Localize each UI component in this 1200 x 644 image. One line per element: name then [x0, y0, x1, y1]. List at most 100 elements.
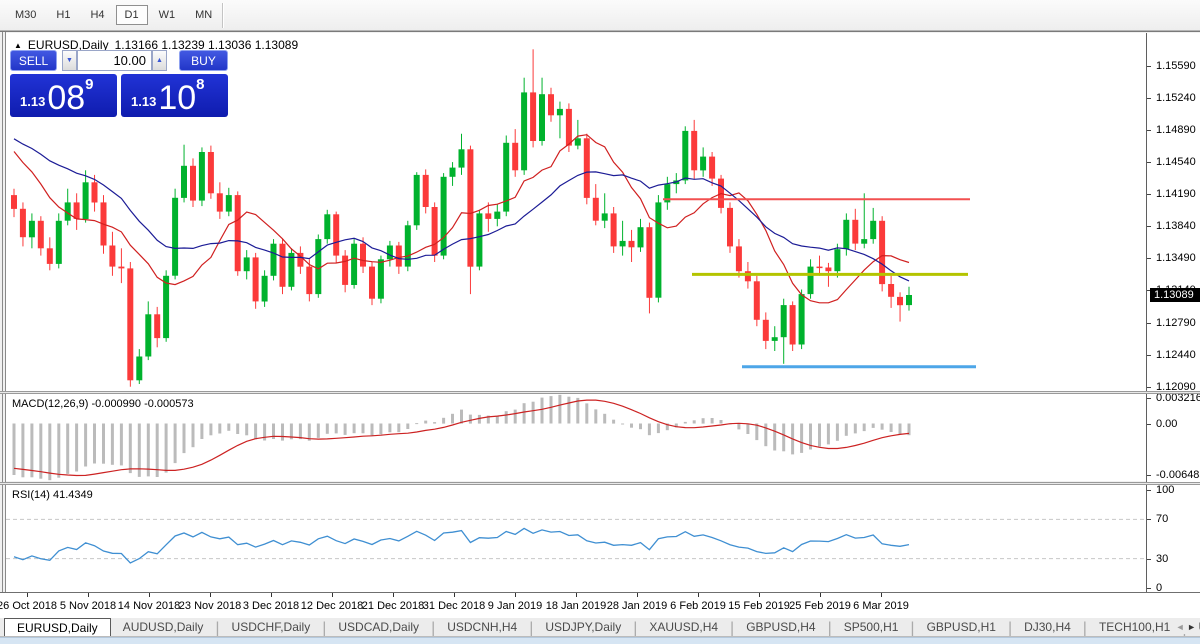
timeframe-button-h4[interactable]: H4	[81, 5, 113, 25]
chart-tab-xauusd[interactable]: XAUUSD,H4	[637, 618, 730, 636]
chart-tab-dj30[interactable]: DJ30,H4	[1012, 618, 1083, 636]
one-click-trading-panel: SELL ▼ ▲ BUY 1.13 08 9 1.13 10 8	[10, 50, 228, 117]
date-axis-label: 25 Feb 2019	[789, 600, 851, 612]
chart-tab-audusd[interactable]: AUDUSD,Daily	[111, 618, 216, 636]
price-axis-label-tick	[1147, 194, 1151, 195]
price-axis-label: 1.14540	[1156, 156, 1196, 168]
rsi-axis-label-tick	[1147, 519, 1151, 520]
date-axis-label: 6 Mar 2019	[853, 600, 909, 612]
date-axis-label: 23 Nov 2018	[179, 600, 241, 612]
price-axis-label-tick	[1147, 258, 1151, 259]
rsi-axis-label: 30	[1156, 553, 1168, 565]
price-axis-label-tick	[1147, 387, 1151, 388]
chart-tab-gbpusd[interactable]: GBPUSD,H1	[915, 618, 1008, 636]
date-tick	[332, 593, 333, 597]
timeframe-button-mn[interactable]: MN	[186, 5, 221, 25]
window-border-left-outer	[2, 32, 3, 644]
timeframe-button-m30[interactable]: M30	[6, 5, 45, 25]
date-tick	[27, 593, 28, 597]
sell-price-prefix: 1.13	[20, 94, 45, 109]
toolbar-separator	[222, 3, 224, 28]
price-axis-label-tick	[1147, 323, 1151, 324]
macd-axis-label-tick	[1147, 398, 1151, 399]
chart-tab-sp500[interactable]: SP500,H1	[832, 618, 911, 636]
collapse-panel-icon[interactable]: ▲	[14, 41, 22, 50]
volume-input[interactable]	[77, 50, 152, 71]
date-tick	[637, 593, 638, 597]
tab-scroll-right-icon[interactable]: ►	[1187, 622, 1196, 632]
current-price-badge: 1.13089	[1150, 288, 1200, 302]
price-axis-label-tick	[1147, 355, 1151, 356]
date-axis-label: 3 Dec 2018	[243, 600, 299, 612]
date-tick	[210, 593, 211, 597]
date-tick	[698, 593, 699, 597]
price-axis-label-tick	[1147, 226, 1151, 227]
rsi-axis-label-tick	[1147, 559, 1151, 560]
price-axis: 1.15590 1.15240 1.14890 1.14540 1.14190 1.138…	[1146, 33, 1200, 592]
price-axis-label: 1.14890	[1156, 124, 1196, 136]
timeframe-button-h1[interactable]: H1	[47, 5, 79, 25]
chart-tab-gbpusd[interactable]: GBPUSD,H4	[734, 618, 827, 636]
tab-scroll-left-icon[interactable]: ◄	[1176, 622, 1185, 632]
price-axis-label: 1.15590	[1156, 60, 1196, 72]
rsi-axis-label: 70	[1156, 513, 1168, 525]
price-axis-label: 1.15240	[1156, 92, 1196, 104]
sell-price-panel[interactable]: 1.13 08 9	[10, 74, 117, 117]
sell-price-big: 08	[47, 85, 85, 111]
date-axis-label: 26 Oct 2018	[0, 600, 57, 612]
rsi-panel[interactable]	[6, 485, 1146, 592]
macd-axis-label: -0.006485	[1156, 469, 1200, 481]
date-axis-label: 21 Dec 2018	[362, 600, 424, 612]
sell-button[interactable]: SELL	[10, 50, 57, 71]
date-tick	[149, 593, 150, 597]
price-axis-label: 1.13840	[1156, 220, 1196, 232]
chart-tab-usdchf[interactable]: USDCHF,Daily	[220, 618, 323, 636]
panel-splitter-macd[interactable]	[0, 391, 1200, 394]
date-axis-label: 15 Feb 2019	[728, 600, 790, 612]
date-axis-label: 31 Dec 2018	[423, 600, 485, 612]
rsi-label: RSI(14) 41.4349	[12, 489, 93, 501]
timeframe-toolbar: M30H1H4D1W1MN	[0, 0, 1200, 31]
date-axis-label: 18 Jan 2019	[546, 600, 607, 612]
date-axis-label: 6 Feb 2019	[670, 600, 726, 612]
price-axis-label: 1.12440	[1156, 349, 1196, 361]
tab-scroll-arrows: ◄ ►	[1174, 620, 1198, 634]
chart-tab-usdcnh[interactable]: USDCNH,H4	[435, 618, 529, 636]
macd-axis-label-tick	[1147, 424, 1151, 425]
date-tick	[759, 593, 760, 597]
date-tick	[271, 593, 272, 597]
date-tick	[88, 593, 89, 597]
volume-increase-button[interactable]: ▲	[152, 50, 167, 71]
buy-price-sup: 8	[196, 76, 204, 93]
timeframe-button-d1[interactable]: D1	[116, 5, 148, 25]
price-axis-label-tick	[1147, 130, 1151, 131]
buy-price-big: 10	[158, 85, 196, 111]
date-axis-label: 12 Dec 2018	[301, 600, 363, 612]
window-border-top	[0, 31, 1200, 32]
buy-button[interactable]: BUY	[179, 50, 228, 71]
buy-price-prefix: 1.13	[131, 94, 156, 109]
chart-tab-tech100[interactable]: TECH100,H1	[1087, 618, 1182, 636]
rsi-axis-label-tick	[1147, 490, 1151, 491]
chart-tab-bar: EURUSD,DailyAUDUSD,Daily|USDCHF,Daily|US…	[0, 618, 1200, 637]
macd-label: MACD(12,26,9) -0.000990 -0.000573	[12, 398, 194, 410]
date-axis-label: 5 Nov 2018	[60, 600, 116, 612]
date-tick	[393, 593, 394, 597]
date-tick	[515, 593, 516, 597]
timeframe-button-w1[interactable]: W1	[150, 5, 185, 25]
date-tick	[881, 593, 882, 597]
buy-price-panel[interactable]: 1.13 10 8	[121, 74, 228, 117]
macd-axis-label-tick	[1147, 475, 1151, 476]
panel-splitter-rsi[interactable]	[0, 482, 1200, 485]
price-axis-label: 1.14190	[1156, 188, 1196, 200]
date-tick	[454, 593, 455, 597]
date-axis-label: 9 Jan 2019	[488, 600, 542, 612]
chart-tab-usdcad[interactable]: USDCAD,Daily	[326, 618, 431, 636]
date-axis-label: 28 Jan 2019	[607, 600, 668, 612]
chart-tab-usdjpy[interactable]: USDJPY,Daily	[533, 618, 633, 636]
volume-decrease-button[interactable]: ▼	[62, 50, 77, 71]
price-axis-label-tick	[1147, 66, 1151, 67]
date-tick	[576, 593, 577, 597]
chart-tab-eurusd[interactable]: EURUSD,Daily	[4, 618, 111, 636]
macd-axis-label: 0.00	[1156, 418, 1177, 430]
